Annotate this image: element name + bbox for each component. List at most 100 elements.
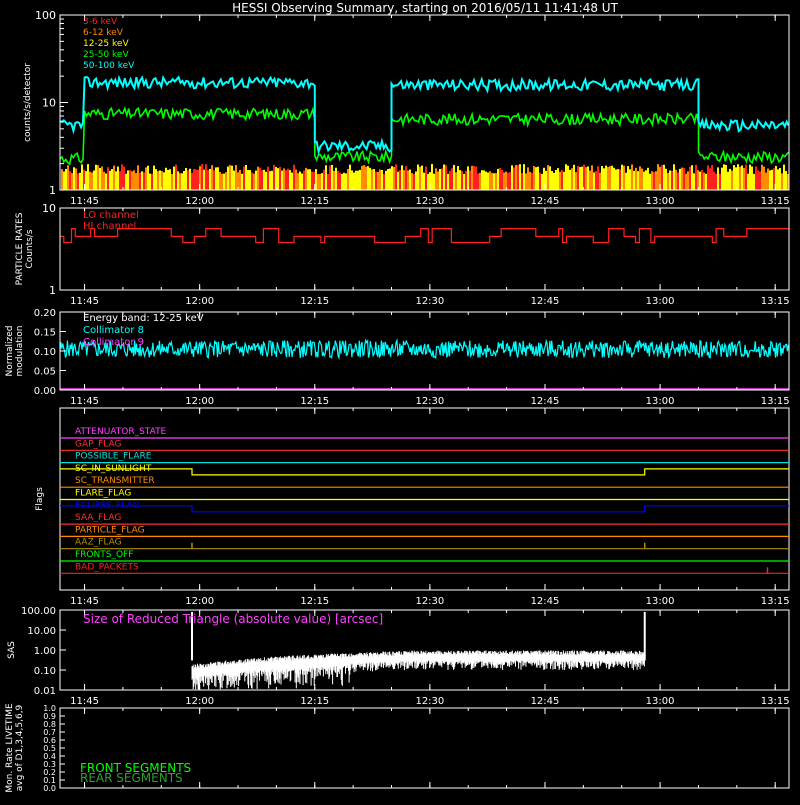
x-tick-label: 12:15	[300, 596, 329, 607]
x-tick-label: 12:45	[531, 396, 560, 407]
low-energy-band-bar	[383, 173, 385, 190]
low-energy-band-bar	[61, 169, 63, 190]
low-energy-band-bar	[491, 172, 493, 190]
legend-lo-channel: LO channel	[83, 210, 139, 221]
low-energy-band-bar	[259, 167, 261, 190]
particle-ylabel: PARTICLE RATES	[15, 212, 25, 285]
low-energy-band-bar	[387, 169, 389, 190]
low-energy-band-bar	[165, 167, 167, 190]
low-energy-band-bar	[349, 164, 351, 190]
low-energy-band-bar	[783, 164, 785, 190]
low-energy-band-bar	[257, 166, 259, 190]
low-energy-band-bar	[573, 164, 575, 190]
x-tick-label: 13:00	[646, 396, 675, 407]
low-energy-band-bar	[547, 164, 549, 190]
low-energy-band-bar	[171, 173, 173, 190]
low-energy-band-bar	[181, 173, 183, 190]
low-energy-band-bar	[421, 165, 423, 190]
low-energy-band-bar	[255, 170, 257, 190]
low-energy-band-bar	[637, 171, 639, 190]
low-energy-band-bar	[285, 170, 287, 190]
low-energy-band-bar	[435, 168, 437, 190]
low-energy-band-bar	[601, 166, 603, 190]
low-energy-band-bar	[191, 172, 193, 190]
low-energy-band-bar	[599, 172, 601, 190]
low-energy-band-bar	[109, 170, 111, 190]
low-energy-band-bar	[297, 173, 299, 190]
legend-rear-segments: REAR SEGMENTS	[80, 771, 183, 785]
low-energy-band-bar	[621, 164, 623, 190]
page-title: HESSI Observing Summary, starting on 201…	[232, 1, 618, 15]
low-energy-band-bar	[663, 164, 665, 190]
low-energy-band-bar	[477, 173, 479, 190]
low-energy-band-bar	[641, 168, 643, 190]
low-energy-band-bar	[393, 166, 395, 190]
low-energy-band-bar	[187, 170, 189, 190]
low-energy-band-bar	[563, 171, 565, 190]
low-energy-band-bar	[717, 167, 719, 190]
x-tick-label: 13:00	[646, 296, 675, 307]
summary-chart-svg: HESSI Observing Summary, starting on 201…	[5, 1, 790, 793]
low-energy-band-bar	[227, 166, 229, 190]
low-energy-band-bar	[701, 169, 703, 190]
x-tick-label: 13:15	[761, 396, 790, 407]
low-energy-band-bar	[303, 170, 305, 190]
legend-collimator-9: Collimator 9	[83, 337, 144, 348]
x-tick-label: 12:45	[531, 596, 560, 607]
y-tick-label: 0.20	[34, 308, 56, 319]
lightcurve-plot-frame	[59, 14, 790, 191]
low-energy-band-bar	[639, 166, 641, 190]
low-energy-band-bar	[671, 170, 673, 190]
low-energy-band-bar	[69, 171, 71, 190]
low-energy-band-bar	[149, 173, 151, 190]
low-energy-band-bar	[207, 170, 209, 190]
low-energy-band-bar	[479, 172, 481, 190]
low-energy-band-bar	[467, 166, 469, 190]
low-energy-band-bar	[91, 172, 93, 190]
low-energy-band-bar	[221, 173, 223, 190]
low-energy-band-bar	[669, 170, 671, 190]
low-energy-band-bar	[745, 164, 747, 190]
low-energy-band-bar	[521, 173, 523, 190]
livetime-ylabel: avg of D1,3,4,5,6,9	[15, 704, 25, 791]
low-energy-band-bar	[239, 169, 241, 190]
x-tick-label: 12:15	[300, 296, 329, 307]
low-energy-band-bar	[703, 172, 705, 190]
low-energy-band-bar	[405, 166, 407, 190]
low-energy-band-bar	[245, 164, 247, 190]
low-energy-band-bar	[321, 173, 323, 190]
low-energy-band-bar	[329, 165, 331, 190]
low-energy-band-bar	[305, 167, 307, 190]
low-energy-band-bar	[345, 173, 347, 190]
low-energy-band-bar	[397, 171, 399, 190]
low-energy-band-bar	[537, 166, 539, 190]
low-energy-band-bar	[189, 168, 191, 190]
low-energy-band-bar	[503, 172, 505, 190]
low-energy-band-bar	[591, 165, 593, 190]
low-energy-band-bar	[263, 169, 265, 190]
low-energy-band-bar	[735, 167, 737, 190]
low-energy-band-bar	[319, 173, 321, 190]
x-tick-label: 13:00	[646, 196, 675, 207]
flag-label-possible-flare: POSSIBLE_FLARE	[75, 452, 152, 462]
x-tick-label: 13:00	[646, 696, 675, 707]
low-energy-band-bar	[249, 170, 251, 190]
low-energy-band-bar	[471, 165, 473, 190]
low-energy-band-bar	[761, 164, 763, 190]
y-tick-label: 100	[35, 9, 56, 22]
legend-50-100-kev: 50-100 keV	[83, 61, 135, 71]
low-energy-band-bar	[203, 169, 205, 190]
low-energy-band-bar	[607, 166, 609, 190]
low-energy-band-bar	[331, 164, 333, 190]
low-energy-band-bar	[341, 173, 343, 190]
low-energy-band-bar	[81, 164, 83, 190]
low-energy-band-bar	[681, 167, 683, 190]
low-energy-band-bar	[131, 171, 133, 190]
low-energy-band-bar	[261, 170, 263, 190]
low-energy-band-bar	[335, 167, 337, 190]
flag-label-attenuator-state: ATTENUATOR_STATE	[75, 427, 167, 437]
low-energy-band-bar	[71, 173, 73, 190]
low-energy-band-bar	[315, 169, 317, 190]
low-energy-band-bar	[277, 168, 279, 190]
low-energy-band-bar	[65, 168, 67, 190]
